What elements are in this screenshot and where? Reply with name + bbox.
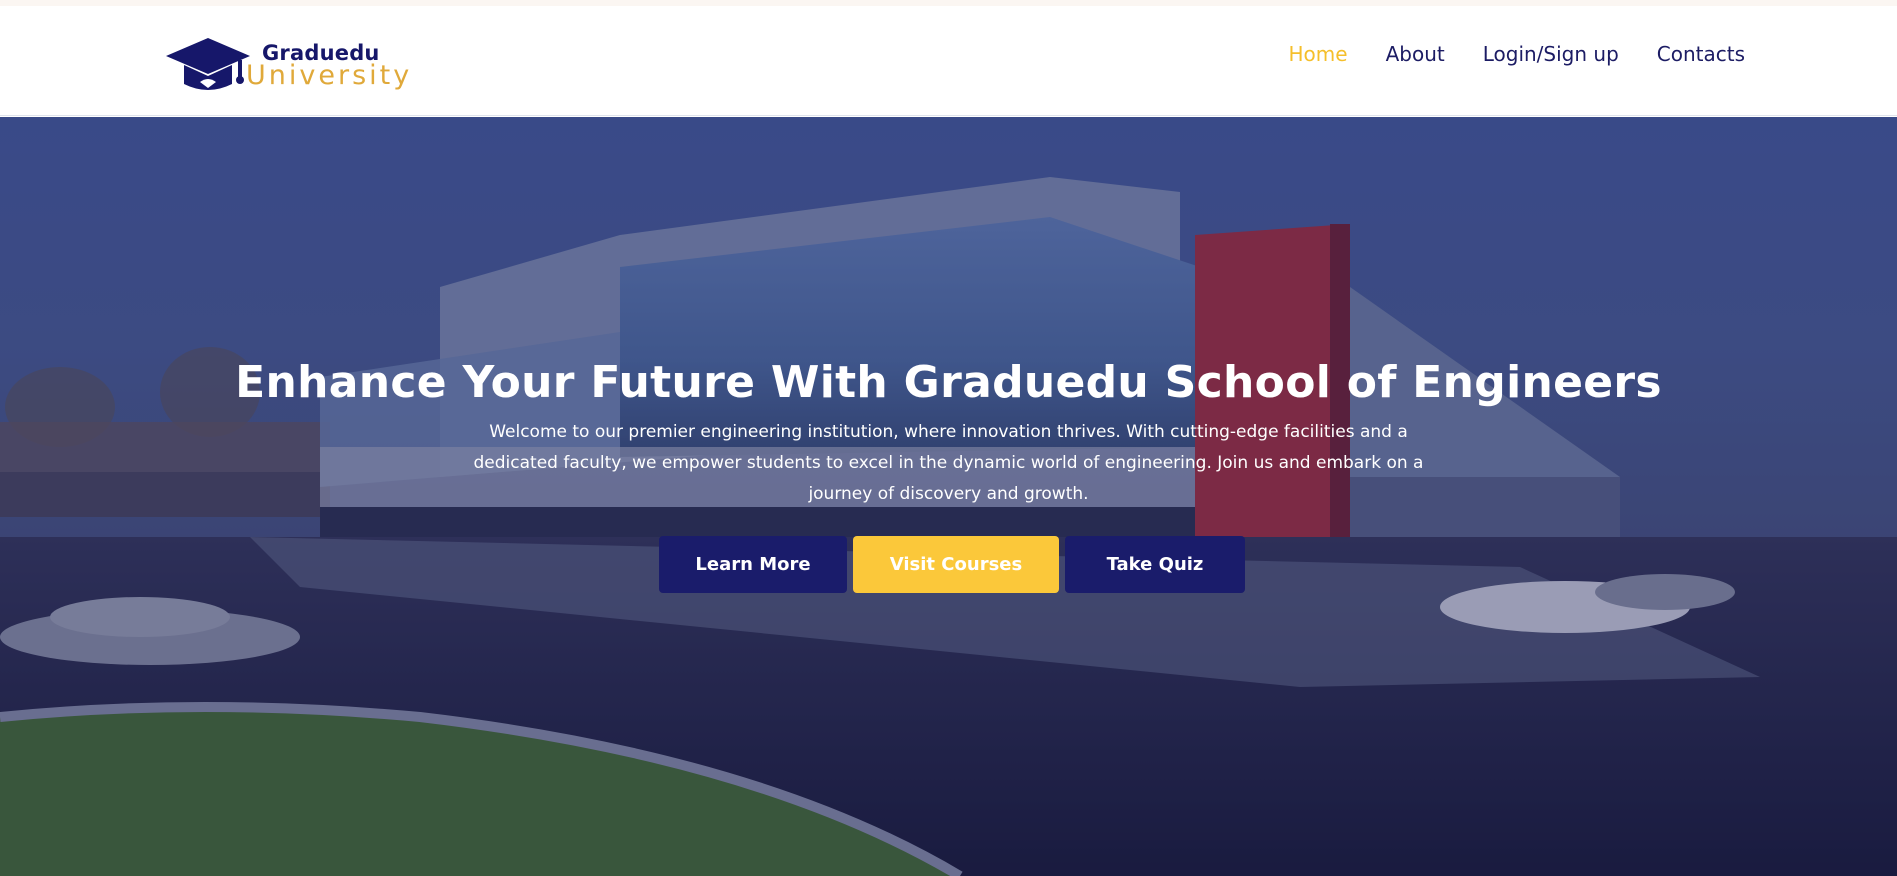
nav-home-link[interactable]: Home	[1289, 42, 1348, 66]
hero-description: Welcome to our premier engineering insti…	[473, 422, 1424, 504]
nav-login-signup-link[interactable]: Login/Sign up	[1483, 42, 1619, 66]
take-quiz-button[interactable]: Take Quiz	[1065, 536, 1245, 593]
brand-subtitle: University	[246, 60, 413, 91]
learn-more-button[interactable]: Learn More	[659, 536, 847, 593]
visit-courses-button[interactable]: Visit Courses	[853, 536, 1059, 593]
nav-contacts-link[interactable]: Contacts	[1657, 42, 1745, 66]
graduation-cap-icon	[166, 38, 250, 90]
logo[interactable]: Graduedu University	[166, 30, 416, 100]
hero-section: Enhance Your Future With Graduedu School…	[0, 117, 1897, 876]
nav-about-link[interactable]: About	[1386, 42, 1445, 66]
main-nav: Home About Login/Sign up Contacts	[1289, 42, 1745, 66]
hero-button-group: Learn More Visit Courses Take Quiz	[659, 536, 1245, 593]
navbar: Graduedu University Home About Login/Sig…	[0, 6, 1897, 116]
hero-title: Enhance Your Future With Graduedu School…	[235, 357, 1662, 408]
